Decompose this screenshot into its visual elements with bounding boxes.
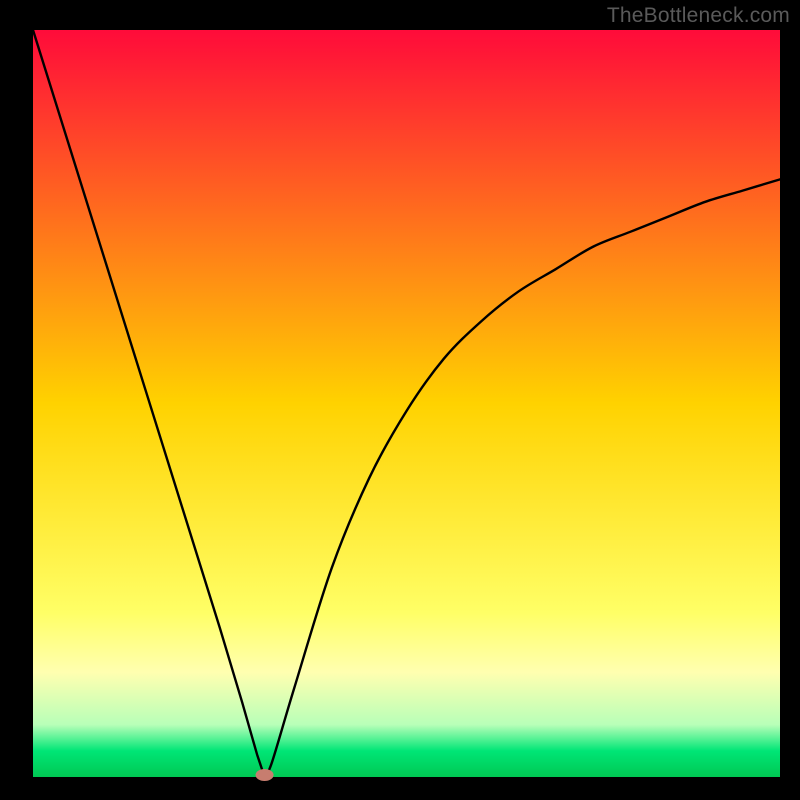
plot-background-gradient (33, 30, 780, 777)
optimal-point-marker (256, 769, 274, 781)
bottleneck-chart (0, 0, 800, 800)
chart-frame: TheBottleneck.com (0, 0, 800, 800)
